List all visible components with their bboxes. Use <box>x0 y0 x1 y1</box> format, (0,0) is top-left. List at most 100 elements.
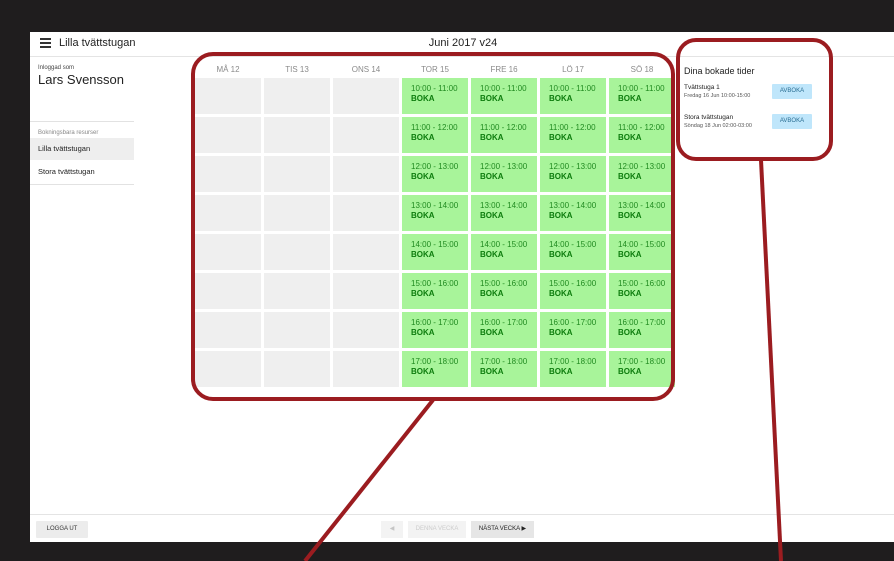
day-header: FRE 16 <box>490 65 518 74</box>
unavailable-slot <box>264 156 330 192</box>
book-label: BOKA <box>480 328 504 337</box>
book-label: BOKA <box>618 133 642 142</box>
slot-time-label: 13:00 - 14:00 <box>618 201 666 210</box>
book-label: BOKA <box>411 172 435 181</box>
book-label: BOKA <box>411 211 435 220</box>
book-label: BOKA <box>618 172 642 181</box>
time-slot-book-button[interactable]: 13:00 - 14:00 BOKA <box>609 195 675 231</box>
unavailable-slot <box>195 312 261 348</box>
time-slot-book-button[interactable]: 14:00 - 15:00 BOKA <box>471 234 537 270</box>
time-slot-book-button[interactable]: 10:00 - 11:00 BOKA <box>471 78 537 114</box>
time-slot-book-button[interactable]: 11:00 - 12:00 BOKA <box>540 117 606 153</box>
time-slot-book-button[interactable]: 17:00 - 18:00 BOKA <box>540 351 606 387</box>
time-slot-book-button[interactable]: 11:00 - 12:00 BOKA <box>609 117 675 153</box>
day-header: MÅ 12 <box>216 65 240 74</box>
slot-time-label: 15:00 - 16:00 <box>549 279 597 288</box>
slot-time-label: 10:00 - 11:00 <box>411 84 458 93</box>
time-slot-book-button[interactable]: 17:00 - 18:00 BOKA <box>471 351 537 387</box>
sidebar-item-lilla-tvattstugan[interactable]: Lilla tvättstugan <box>30 138 134 160</box>
book-label: BOKA <box>549 289 573 298</box>
book-label: BOKA <box>411 133 435 142</box>
slot-time-label: 11:00 - 12:00 <box>549 123 596 132</box>
time-slot-book-button[interactable]: 15:00 - 16:00 BOKA <box>471 273 537 309</box>
time-slot-book-button[interactable]: 15:00 - 16:00 BOKA <box>540 273 606 309</box>
unavailable-slot <box>264 273 330 309</box>
slot-time-label: 14:00 - 15:00 <box>618 240 666 249</box>
time-slot-book-button[interactable]: 15:00 - 16:00 BOKA <box>402 273 468 309</box>
slot-time-label: 10:00 - 11:00 <box>618 84 665 93</box>
day-header: LÖ 17 <box>562 65 584 74</box>
book-label: BOKA <box>480 289 504 298</box>
unavailable-slot <box>264 78 330 114</box>
time-slot-book-button[interactable]: 14:00 - 15:00 BOKA <box>609 234 675 270</box>
book-label: BOKA <box>411 328 435 337</box>
slot-time-label: 13:00 - 14:00 <box>480 201 528 210</box>
time-slot-book-button[interactable]: 13:00 - 14:00 BOKA <box>471 195 537 231</box>
time-slot-book-button[interactable]: 17:00 - 18:00 BOKA <box>609 351 675 387</box>
book-label: BOKA <box>411 289 435 298</box>
slot-time-label: 17:00 - 18:00 <box>549 357 597 366</box>
time-slot-book-button[interactable]: 16:00 - 17:00 BOKA <box>471 312 537 348</box>
previous-week-button[interactable]: ◀ <box>381 521 403 538</box>
book-label: BOKA <box>618 250 642 259</box>
slot-time-label: 17:00 - 18:00 <box>480 357 528 366</box>
time-slot-book-button[interactable]: 12:00 - 13:00 BOKA <box>471 156 537 192</box>
unavailable-slot <box>195 351 261 387</box>
unavailable-slot <box>333 273 399 309</box>
time-slot-book-button[interactable]: 11:00 - 12:00 BOKA <box>402 117 468 153</box>
time-slot-book-button[interactable]: 12:00 - 13:00 BOKA <box>402 156 468 192</box>
slot-time-label: 12:00 - 13:00 <box>549 162 597 171</box>
time-slot-book-button[interactable]: 10:00 - 11:00 BOKA <box>402 78 468 114</box>
time-slot-book-button[interactable]: 14:00 - 15:00 BOKA <box>402 234 468 270</box>
slot-time-label: 12:00 - 13:00 <box>618 162 666 171</box>
time-slot-book-button[interactable]: 10:00 - 11:00 BOKA <box>540 78 606 114</box>
time-slot-book-button[interactable]: 10:00 - 11:00 BOKA <box>609 78 675 114</box>
unavailable-slot <box>195 78 261 114</box>
slot-time-label: 16:00 - 17:00 <box>618 318 666 327</box>
this-week-button[interactable]: DENNA VECKA <box>408 521 466 538</box>
next-week-button[interactable]: NÄSTA VECKA ▶ <box>471 521 534 538</box>
unavailable-slot <box>195 117 261 153</box>
slot-time-label: 15:00 - 16:00 <box>411 279 459 288</box>
unavailable-slot <box>264 351 330 387</box>
time-slot-book-button[interactable]: 11:00 - 12:00 BOKA <box>471 117 537 153</box>
book-label: BOKA <box>618 328 642 337</box>
book-label: BOKA <box>618 367 642 376</box>
time-slot-book-button[interactable]: 16:00 - 17:00 BOKA <box>402 312 468 348</box>
time-slot-book-button[interactable]: 15:00 - 16:00 BOKA <box>609 273 675 309</box>
time-slot-book-button[interactable]: 13:00 - 14:00 BOKA <box>402 195 468 231</box>
user-name: Lars Svensson <box>38 72 124 87</box>
unavailable-slot <box>333 234 399 270</box>
book-label: BOKA <box>411 250 435 259</box>
slot-time-label: 16:00 - 17:00 <box>411 318 459 327</box>
time-slot-book-button[interactable]: 17:00 - 18:00 BOKA <box>402 351 468 387</box>
arrow-right-icon: ▶ <box>521 526 527 532</box>
time-slot-book-button[interactable]: 12:00 - 13:00 BOKA <box>540 156 606 192</box>
booked-times-title: Dina bokade tider <box>684 66 755 76</box>
unavailable-slot <box>264 117 330 153</box>
slot-time-label: 11:00 - 12:00 <box>480 123 527 132</box>
day-header: TOR 15 <box>421 65 449 74</box>
time-slot-book-button[interactable]: 14:00 - 15:00 BOKA <box>540 234 606 270</box>
book-label: BOKA <box>549 211 573 220</box>
time-slot-book-button[interactable]: 16:00 - 17:00 BOKA <box>540 312 606 348</box>
time-slot-book-button[interactable]: 16:00 - 17:00 BOKA <box>609 312 675 348</box>
unavailable-slot <box>264 312 330 348</box>
logout-button[interactable]: LOGGA UT <box>36 521 88 538</box>
day-header: TIS 13 <box>285 65 309 74</box>
time-slot-book-button[interactable]: 12:00 - 13:00 BOKA <box>609 156 675 192</box>
booking-name: Stora tvättstugan <box>684 114 734 121</box>
sidebar-item-stora-tvattstugan[interactable]: Stora tvättstugan <box>30 161 134 183</box>
time-slot-book-button[interactable]: 13:00 - 14:00 BOKA <box>540 195 606 231</box>
cancel-booking-button[interactable]: AVBOKA <box>772 84 812 99</box>
unavailable-slot <box>333 312 399 348</box>
book-label: BOKA <box>549 133 573 142</box>
book-label: BOKA <box>411 94 435 103</box>
week-title: Juni 2017 v24 <box>428 37 498 49</box>
booking-name: Tvättstuga 1 <box>684 84 720 91</box>
cancel-booking-button[interactable]: AVBOKA <box>772 114 812 129</box>
unavailable-slot <box>264 234 330 270</box>
book-label: BOKA <box>480 367 504 376</box>
slot-time-label: 16:00 - 17:00 <box>480 318 528 327</box>
slot-time-label: 14:00 - 15:00 <box>480 240 528 249</box>
